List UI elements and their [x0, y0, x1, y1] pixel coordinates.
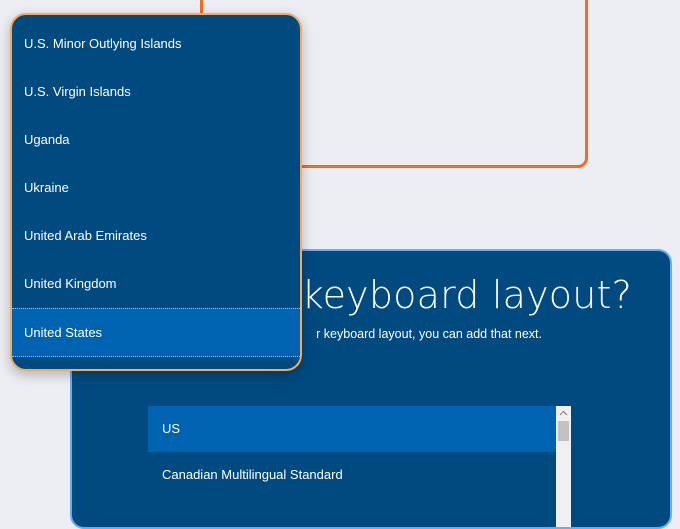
country-option-uganda[interactable]: Uganda [12, 116, 300, 164]
country-option-united-states[interactable]: United States [12, 308, 300, 357]
country-region-dropdown[interactable]: U.S. Minor Outlying Islands U.S. Virgin … [10, 13, 302, 371]
chevron-up-icon[interactable] [556, 406, 571, 420]
country-option-ukraine[interactable]: Ukraine [12, 164, 300, 212]
layout-option-canadian-multilingual[interactable]: Canadian Multilingual Standard [148, 452, 570, 498]
country-option-us-minor-outlying-islands[interactable]: U.S. Minor Outlying Islands [12, 20, 300, 68]
country-option-us-virgin-islands[interactable]: U.S. Virgin Islands [12, 68, 300, 116]
keyboard-layout-list[interactable]: US Canadian Multilingual Standard [148, 406, 570, 527]
scroll-thumb[interactable] [558, 421, 569, 441]
country-option-united-kingdom[interactable]: United Kingdom [12, 260, 300, 308]
layout-list-scrollbar[interactable] [556, 406, 571, 527]
layout-option-us[interactable]: US [148, 406, 570, 452]
country-option-united-arab-emirates[interactable]: United Arab Emirates [12, 212, 300, 260]
